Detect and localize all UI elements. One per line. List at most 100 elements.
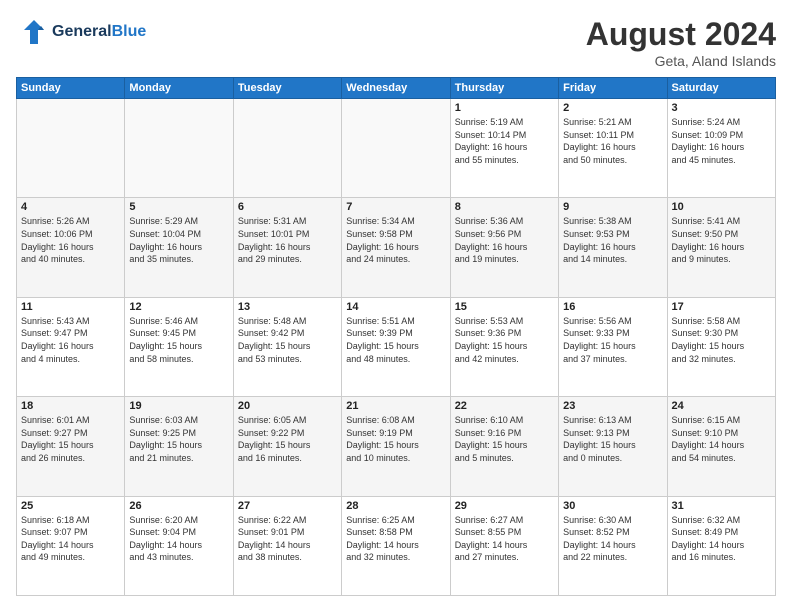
calendar-cell: 8 Sunrise: 5:36 AM Sunset: 9:56 PM Daylig… (450, 198, 558, 297)
day-number: 8 (455, 201, 554, 213)
day-info: Sunrise: 6:27 AM Sunset: 8:55 PM Dayligh… (455, 514, 554, 564)
day-info: Sunrise: 5:46 AM Sunset: 9:45 PM Dayligh… (129, 315, 228, 365)
day-number: 15 (455, 301, 554, 313)
day-info: Sunrise: 6:08 AM Sunset: 9:19 PM Dayligh… (346, 414, 445, 464)
day-info: Sunrise: 6:22 AM Sunset: 9:01 PM Dayligh… (238, 514, 337, 564)
day-number: 25 (21, 500, 120, 512)
calendar-cell: 5 Sunrise: 5:29 AM Sunset: 10:04 PM Dayli… (125, 198, 233, 297)
calendar-cell: 3 Sunrise: 5:24 AM Sunset: 10:09 PM Dayli… (667, 99, 775, 198)
day-info: Sunrise: 6:25 AM Sunset: 8:58 PM Dayligh… (346, 514, 445, 564)
day-number: 28 (346, 500, 445, 512)
weekday-sunday: Sunday (17, 78, 125, 99)
day-info: Sunrise: 5:51 AM Sunset: 9:39 PM Dayligh… (346, 315, 445, 365)
day-info: Sunrise: 5:48 AM Sunset: 9:42 PM Dayligh… (238, 315, 337, 365)
calendar-cell: 22Sunrise: 6:10 AM Sunset: 9:16 PM Dayli… (450, 397, 558, 496)
calendar-cell: 15 Sunrise: 5:53 AM Sunset: 9:36 PM Dayli… (450, 297, 558, 396)
day-number: 21 (346, 400, 445, 412)
calendar-table: SundayMondayTuesdayWednesdayThursdayFrid… (16, 77, 776, 596)
calendar-cell (342, 99, 450, 198)
calendar-cell: 23 Sunrise: 6:13 AM Sunset: 9:13 PM Dayli… (559, 397, 667, 496)
calendar-cell: 12 Sunrise: 5:46 AM Sunset: 9:45 PM Dayli… (125, 297, 233, 396)
day-info: Sunrise: 5:19 AM Sunset: 10:14 PM Daylig… (455, 116, 554, 166)
calendar-cell: 28 Sunrise: 6:25 AM Sunset: 8:58 PM Dayli… (342, 496, 450, 595)
calendar-cell (125, 99, 233, 198)
calendar-cell: 1 Sunrise: 5:19 AM Sunset: 10:14 PM Dayli… (450, 99, 558, 198)
calendar-cell: 19 Sunrise: 6:03 AM Sunset: 9:25 PM Dayli… (125, 397, 233, 496)
day-number: 11 (21, 301, 120, 313)
day-number: 7 (346, 201, 445, 213)
day-number: 12 (129, 301, 228, 313)
day-number: 4 (21, 201, 120, 213)
weekday-thursday: Thursday (450, 78, 558, 99)
calendar-cell: 4 Sunrise: 5:26 AM Sunset: 10:06 PM Dayli… (17, 198, 125, 297)
calendar-cell: 21 Sunrise: 6:08 AM Sunset: 9:19 PM Dayli… (342, 397, 450, 496)
day-number: 24 (672, 400, 771, 412)
day-number: 31 (672, 500, 771, 512)
day-number: 5 (129, 201, 228, 213)
day-number: 13 (238, 301, 337, 313)
day-info: Sunrise: 5:38 AM Sunset: 9:53 PM Dayligh… (563, 215, 662, 265)
header: GeneralBlue August 2024 Geta, Aland Isla… (16, 16, 776, 69)
day-info: Sunrise: 6:15 AM Sunset: 9:10 PM Dayligh… (672, 414, 771, 464)
day-info: Sunrise: 5:24 AM Sunset: 10:09 PM Daylig… (672, 116, 771, 166)
logo-text: GeneralBlue (52, 23, 146, 41)
logo: GeneralBlue (16, 16, 146, 48)
day-number: 1 (455, 102, 554, 114)
calendar-cell: 26 Sunrise: 6:20 AM Sunset: 9:04 PM Dayli… (125, 496, 233, 595)
day-info: Sunrise: 5:34 AM Sunset: 9:58 PM Dayligh… (346, 215, 445, 265)
day-number: 23 (563, 400, 662, 412)
day-info: Sunrise: 6:30 AM Sunset: 8:52 PM Dayligh… (563, 514, 662, 564)
title-block: August 2024 Geta, Aland Islands (586, 16, 776, 69)
day-info: Sunrise: 6:20 AM Sunset: 9:04 PM Dayligh… (129, 514, 228, 564)
day-number: 14 (346, 301, 445, 313)
calendar-cell: 31Sunrise: 6:32 AM Sunset: 8:49 PM Dayli… (667, 496, 775, 595)
calendar-cell: 2Sunrise: 5:21 AM Sunset: 10:11 PM Dayli… (559, 99, 667, 198)
day-number: 6 (238, 201, 337, 213)
day-number: 26 (129, 500, 228, 512)
calendar-cell: 20Sunrise: 6:05 AM Sunset: 9:22 PM Dayli… (233, 397, 341, 496)
day-info: Sunrise: 6:01 AM Sunset: 9:27 PM Dayligh… (21, 414, 120, 464)
calendar-cell (233, 99, 341, 198)
day-number: 3 (672, 102, 771, 114)
location: Geta, Aland Islands (586, 53, 776, 69)
day-info: Sunrise: 5:26 AM Sunset: 10:06 PM Daylig… (21, 215, 120, 265)
day-info: Sunrise: 5:29 AM Sunset: 10:04 PM Daylig… (129, 215, 228, 265)
day-number: 27 (238, 500, 337, 512)
week-row-2: 4 Sunrise: 5:26 AM Sunset: 10:06 PM Dayli… (17, 198, 776, 297)
day-info: Sunrise: 5:41 AM Sunset: 9:50 PM Dayligh… (672, 215, 771, 265)
calendar-cell: 24 Sunrise: 6:15 AM Sunset: 9:10 PM Dayli… (667, 397, 775, 496)
calendar-cell: 10Sunrise: 5:41 AM Sunset: 9:50 PM Dayli… (667, 198, 775, 297)
day-info: Sunrise: 6:18 AM Sunset: 9:07 PM Dayligh… (21, 514, 120, 564)
week-row-5: 25 Sunrise: 6:18 AM Sunset: 9:07 PM Dayli… (17, 496, 776, 595)
calendar-cell: 14 Sunrise: 5:51 AM Sunset: 9:39 PM Dayli… (342, 297, 450, 396)
calendar-cell: 11 Sunrise: 5:43 AM Sunset: 9:47 PM Dayli… (17, 297, 125, 396)
weekday-header-row: SundayMondayTuesdayWednesdayThursdayFrid… (17, 78, 776, 99)
day-number: 20 (238, 400, 337, 412)
calendar-cell: 30 Sunrise: 6:30 AM Sunset: 8:52 PM Dayli… (559, 496, 667, 595)
day-number: 22 (455, 400, 554, 412)
calendar-cell: 16 Sunrise: 5:56 AM Sunset: 9:33 PM Dayli… (559, 297, 667, 396)
calendar-cell: 27 Sunrise: 6:22 AM Sunset: 9:01 PM Dayli… (233, 496, 341, 595)
week-row-4: 18Sunrise: 6:01 AM Sunset: 9:27 PM Dayli… (17, 397, 776, 496)
weekday-wednesday: Wednesday (342, 78, 450, 99)
day-number: 9 (563, 201, 662, 213)
day-info: Sunrise: 5:53 AM Sunset: 9:36 PM Dayligh… (455, 315, 554, 365)
day-info: Sunrise: 5:56 AM Sunset: 9:33 PM Dayligh… (563, 315, 662, 365)
page: GeneralBlue August 2024 Geta, Aland Isla… (0, 0, 792, 612)
week-row-1: 1 Sunrise: 5:19 AM Sunset: 10:14 PM Dayli… (17, 99, 776, 198)
month-year: August 2024 (586, 16, 776, 53)
day-info: Sunrise: 5:58 AM Sunset: 9:30 PM Dayligh… (672, 315, 771, 365)
day-number: 30 (563, 500, 662, 512)
calendar-cell: 17Sunrise: 5:58 AM Sunset: 9:30 PM Dayli… (667, 297, 775, 396)
calendar-cell: 9 Sunrise: 5:38 AM Sunset: 9:53 PM Daylig… (559, 198, 667, 297)
day-info: Sunrise: 6:13 AM Sunset: 9:13 PM Dayligh… (563, 414, 662, 464)
day-number: 16 (563, 301, 662, 313)
day-number: 19 (129, 400, 228, 412)
weekday-saturday: Saturday (667, 78, 775, 99)
day-info: Sunrise: 5:43 AM Sunset: 9:47 PM Dayligh… (21, 315, 120, 365)
calendar-cell: 6Sunrise: 5:31 AM Sunset: 10:01 PM Dayli… (233, 198, 341, 297)
calendar-cell: 29Sunrise: 6:27 AM Sunset: 8:55 PM Dayli… (450, 496, 558, 595)
calendar-cell: 25 Sunrise: 6:18 AM Sunset: 9:07 PM Dayli… (17, 496, 125, 595)
day-info: Sunrise: 5:36 AM Sunset: 9:56 PM Dayligh… (455, 215, 554, 265)
day-info: Sunrise: 6:03 AM Sunset: 9:25 PM Dayligh… (129, 414, 228, 464)
